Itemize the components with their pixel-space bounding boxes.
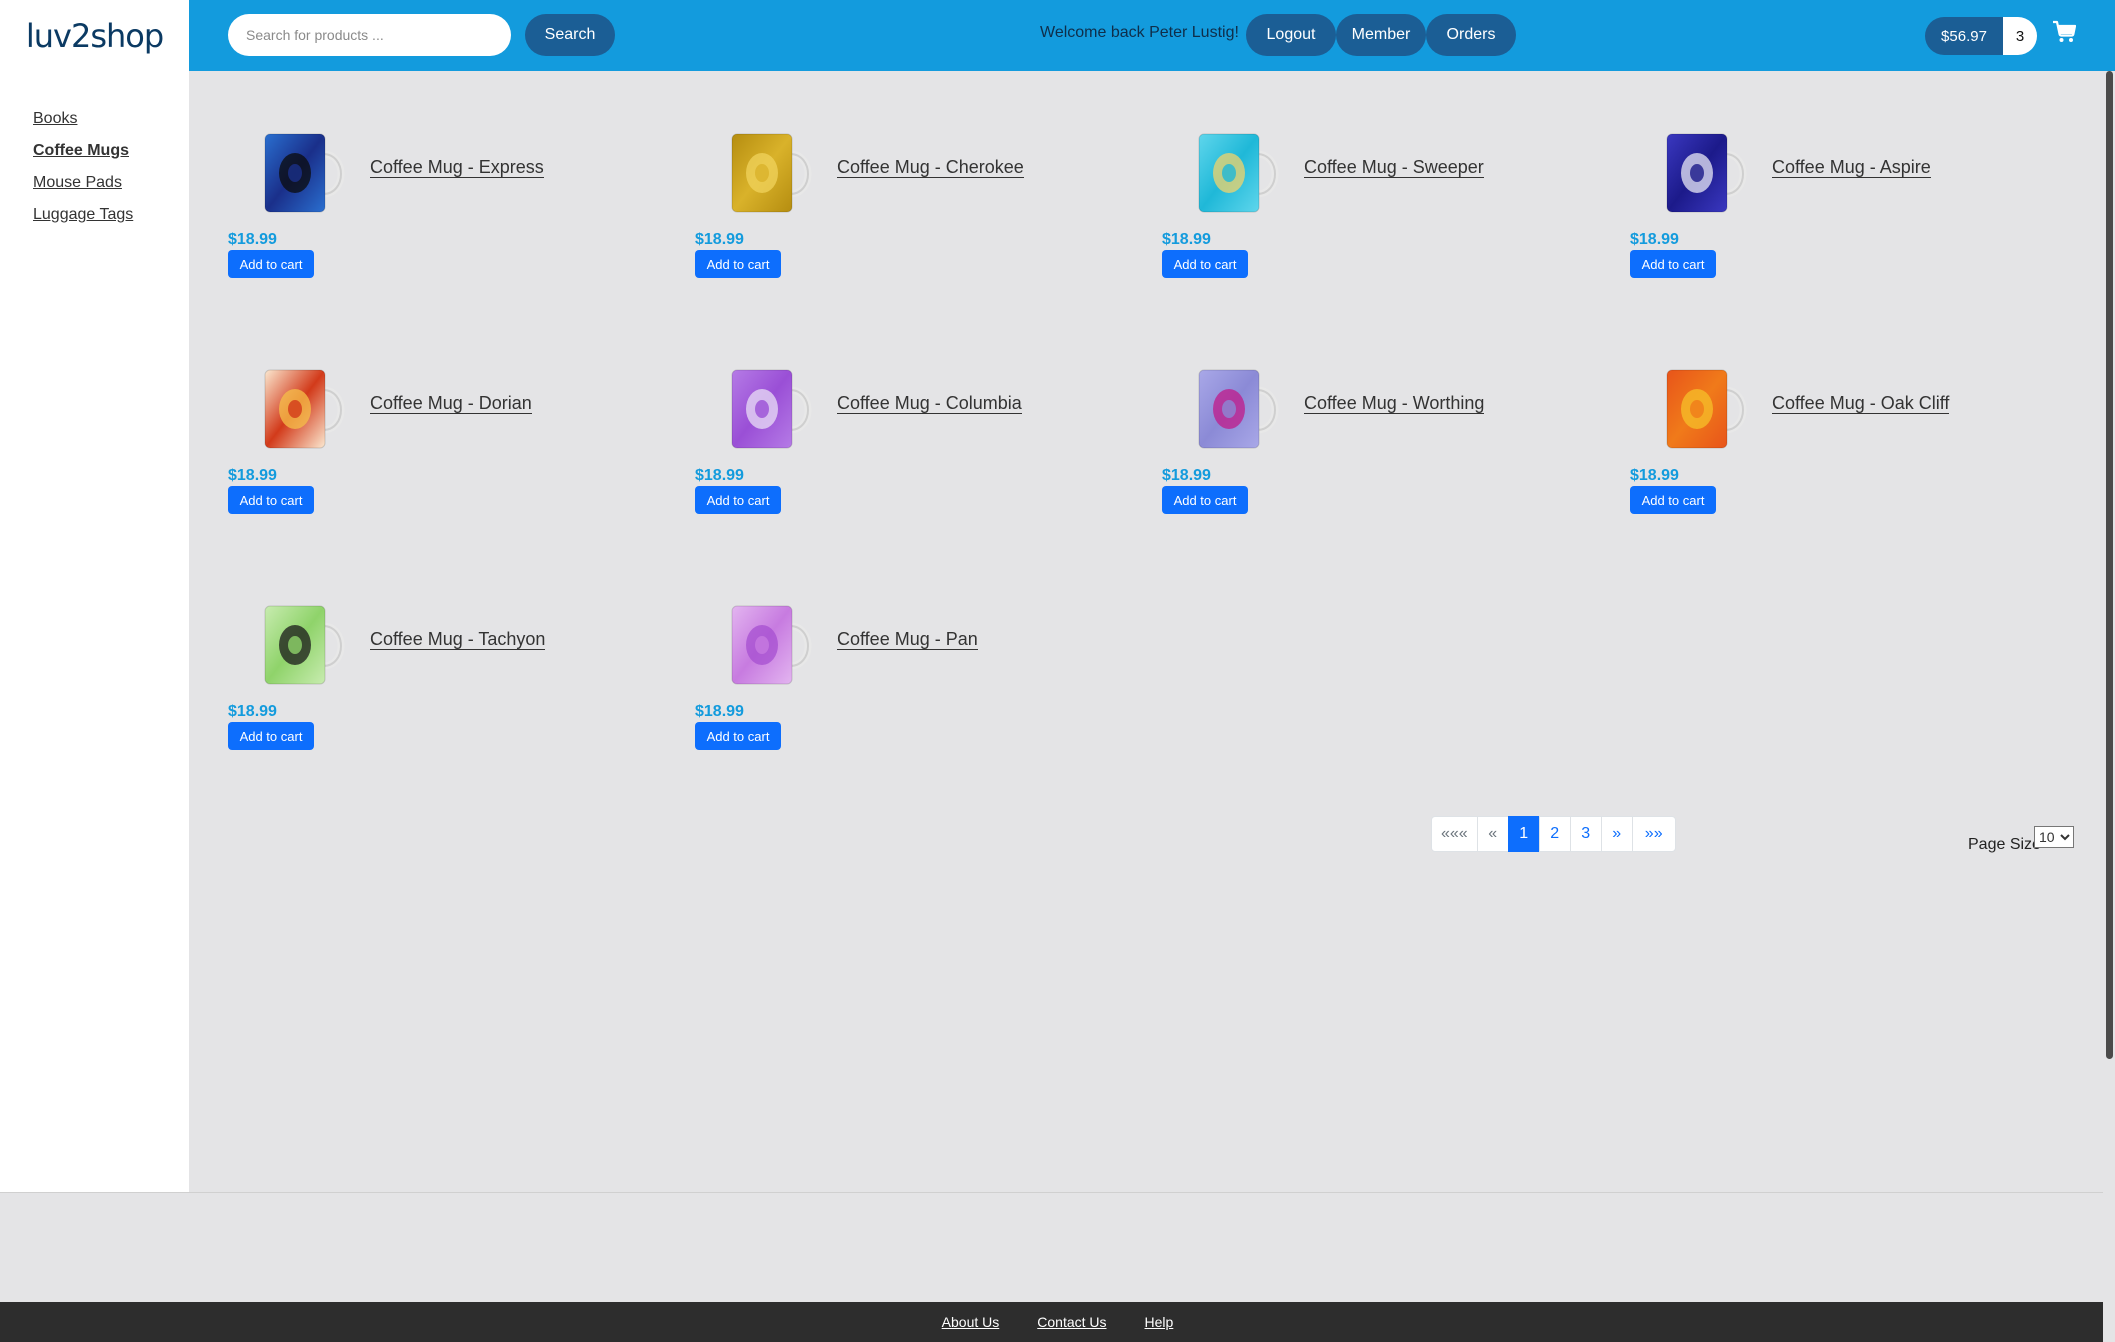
add-to-cart-button[interactable]: Add to cart	[695, 486, 781, 514]
page-button-1[interactable]: 1	[1507, 816, 1540, 852]
product-card: Coffee Mug - Tachyon $18.99 Add to cart	[228, 592, 648, 792]
content-divider	[0, 1192, 2103, 1193]
product-image[interactable]	[728, 600, 816, 688]
product-price: $18.99	[695, 467, 744, 484]
product-card: Coffee Mug - Worthing $18.99 Add to cart	[1162, 356, 1582, 556]
product-price: $18.99	[1162, 467, 1211, 484]
product-card: Coffee Mug - Sweeper $18.99 Add to cart	[1162, 120, 1582, 320]
product-price: $18.99	[228, 703, 277, 720]
category-sidebar: Books Coffee Mugs Mouse Pads Luggage Tag…	[0, 71, 189, 1192]
sidebar-item-luggage-tags[interactable]: Luggage Tags	[33, 206, 133, 224]
page-button-2[interactable]: 2	[1538, 816, 1571, 852]
shopping-cart-icon[interactable]	[2052, 20, 2076, 44]
product-card: Coffee Mug - Aspire $18.99 Add to cart	[1630, 120, 2050, 320]
search-input[interactable]	[228, 14, 511, 56]
product-price: $18.99	[228, 231, 277, 248]
product-card: Coffee Mug - Cherokee $18.99 Add to cart	[695, 120, 1115, 320]
product-card: Coffee Mug - Express $18.99 Add to cart	[228, 120, 648, 320]
product-card: Coffee Mug - Pan $18.99 Add to cart	[695, 592, 1115, 792]
add-to-cart-button[interactable]: Add to cart	[1630, 486, 1716, 514]
page-button-3[interactable]: 3	[1569, 816, 1602, 852]
product-image[interactable]	[261, 364, 349, 452]
footer-contact-us-link[interactable]: Contact Us	[1037, 1314, 1106, 1330]
page-size-select[interactable]: 10	[2034, 826, 2074, 848]
product-price: $18.99	[695, 231, 744, 248]
product-title-link[interactable]: Coffee Mug - Oak Cliff	[1772, 393, 1950, 414]
product-image[interactable]	[728, 364, 816, 452]
search-button[interactable]: Search	[525, 14, 615, 56]
product-title-link[interactable]: Coffee Mug - Aspire	[1772, 157, 1931, 178]
product-price: $18.99	[695, 703, 744, 720]
product-card: Coffee Mug - Columbia $18.99 Add to cart	[695, 356, 1115, 556]
product-card: Coffee Mug - Oak Cliff $18.99 Add to cart	[1630, 356, 2050, 556]
add-to-cart-button[interactable]: Add to cart	[1162, 250, 1248, 278]
product-image[interactable]	[1195, 364, 1283, 452]
product-title-link[interactable]: Coffee Mug - Columbia	[837, 393, 1022, 414]
product-title-link[interactable]: Coffee Mug - Worthing	[1304, 393, 1485, 414]
add-to-cart-button[interactable]: Add to cart	[695, 722, 781, 750]
footer: About Us Contact Us Help	[0, 1302, 2115, 1342]
product-image[interactable]	[1195, 128, 1283, 216]
product-title-link[interactable]: Coffee Mug - Cherokee	[837, 157, 1024, 178]
product-image[interactable]	[1663, 364, 1751, 452]
scrollbar-thumb[interactable]	[2106, 71, 2113, 1059]
add-to-cart-button[interactable]: Add to cart	[1162, 486, 1248, 514]
footer-help-link[interactable]: Help	[1145, 1314, 1174, 1330]
product-price: $18.99	[1162, 231, 1211, 248]
product-title-link[interactable]: Coffee Mug - Dorian	[370, 393, 532, 414]
footer-about-us-link[interactable]: About Us	[942, 1314, 1000, 1330]
add-to-cart-button[interactable]: Add to cart	[1630, 250, 1716, 278]
product-title-link[interactable]: Coffee Mug - Tachyon	[370, 629, 546, 650]
logout-button[interactable]: Logout	[1246, 14, 1336, 56]
product-title-link[interactable]: Coffee Mug - Express	[370, 157, 544, 178]
sidebar-item-coffee-mugs[interactable]: Coffee Mugs	[33, 142, 129, 160]
cart-total[interactable]: $56.97	[1925, 17, 2003, 55]
product-price: $18.99	[1630, 231, 1679, 248]
welcome-message: Welcome back Peter Lustig!	[1040, 24, 1239, 41]
add-to-cart-button[interactable]: Add to cart	[228, 486, 314, 514]
previous-page-button[interactable]: «	[1476, 816, 1509, 852]
sidebar-item-mouse-pads[interactable]: Mouse Pads	[33, 174, 122, 192]
product-image[interactable]	[1663, 128, 1751, 216]
sidebar-item-books[interactable]: Books	[33, 110, 77, 128]
product-image[interactable]	[728, 128, 816, 216]
add-to-cart-button[interactable]: Add to cart	[228, 722, 314, 750]
last-page-button[interactable]: »»	[1631, 816, 1676, 852]
page-size-label: Page Size	[1968, 836, 2041, 853]
product-price: $18.99	[1630, 467, 1679, 484]
next-page-button[interactable]: »	[1600, 816, 1633, 852]
product-image[interactable]	[261, 128, 349, 216]
orders-button[interactable]: Orders	[1426, 14, 1516, 56]
product-image[interactable]	[261, 600, 349, 688]
product-title-link[interactable]: Coffee Mug - Sweeper	[1304, 157, 1484, 178]
logo-text: luv2shop	[25, 16, 164, 55]
product-price: $18.99	[228, 467, 277, 484]
brand-logo[interactable]: luv2shop	[0, 0, 189, 71]
product-card: Coffee Mug - Dorian $18.99 Add to cart	[228, 356, 648, 556]
product-title-link[interactable]: Coffee Mug - Pan	[837, 629, 978, 650]
add-to-cart-button[interactable]: Add to cart	[228, 250, 314, 278]
add-to-cart-button[interactable]: Add to cart	[695, 250, 781, 278]
pagination: ««« « 1 2 3 » »»	[1431, 816, 1676, 852]
member-button[interactable]: Member	[1336, 14, 1426, 56]
first-page-button[interactable]: «««	[1431, 816, 1478, 852]
